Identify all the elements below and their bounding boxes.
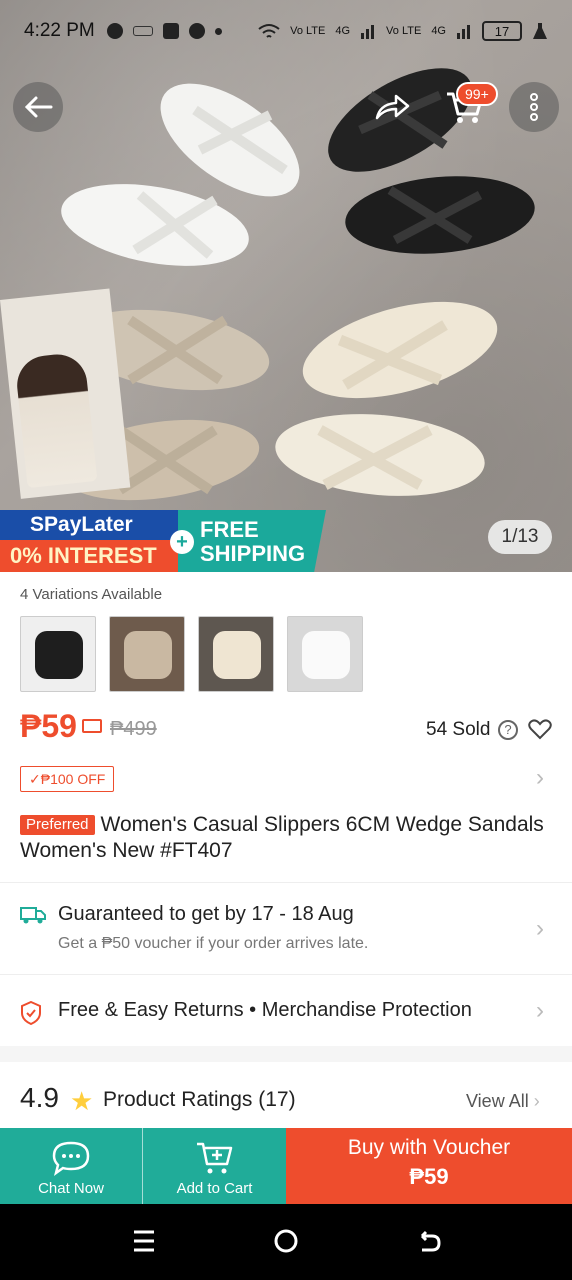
variation-thumb-cream[interactable]	[198, 616, 274, 692]
shipping-text: SHIPPING	[200, 541, 306, 566]
current-price: ₱59	[20, 708, 77, 744]
flask-icon	[533, 23, 547, 39]
more-notifications-icon	[214, 27, 222, 35]
buy-label: Buy with Voucher	[347, 1136, 511, 1159]
variations-label: 4 Variations Available	[20, 586, 163, 603]
star-icon: ★	[70, 1086, 94, 1116]
status-time: 4:22 PM	[24, 20, 95, 41]
late-voucher-note: Get a ₱50 voucher if your order arrives …	[58, 935, 369, 952]
recent-apps-icon[interactable]	[132, 1228, 156, 1254]
heart-icon[interactable]	[528, 718, 552, 740]
thumb-shoe	[35, 631, 83, 679]
system-icons: Vo LTE 4G Vo LTE 4G 17	[258, 21, 548, 41]
bottom-action-bar: Chat Now Add to Cart Buy with Voucher ₱5…	[0, 1128, 572, 1204]
arrow-left-icon	[24, 96, 53, 118]
notification-icons	[106, 23, 222, 39]
thumb-shoe	[302, 631, 350, 679]
returns-text: Free & Easy Returns • Merchandise Protec…	[58, 999, 472, 1021]
ratings-label: Product Ratings (17)	[103, 1088, 296, 1111]
truck-icon	[20, 907, 46, 924]
shield-icon	[21, 1001, 41, 1025]
product-title: Preferred Women's Casual Slippers 6CM Wed…	[20, 812, 550, 864]
more-vertical-icon	[530, 93, 538, 121]
cart-count-badge: 99+	[456, 82, 498, 106]
gallery-icon	[162, 23, 179, 39]
free-text: FREE	[200, 517, 259, 542]
chevron-right-icon[interactable]: ›	[536, 764, 544, 792]
thumb-shoe	[213, 631, 261, 679]
original-price: ₱499	[110, 718, 157, 740]
promo-banner: SPayLater 0% INTEREST FREE SHIPPING +	[0, 510, 330, 572]
view-all-text: View All	[466, 1091, 529, 1111]
product-title-text: Women's Casual Slippers 6CM Wedge Sandal…	[20, 813, 544, 862]
delivery-guarantee-row[interactable]: Guaranteed to get by 17 - 18 Aug Get a ₱…	[0, 882, 572, 974]
chevron-right-icon: ›	[533, 1091, 540, 1111]
battery-indicator: 17	[482, 21, 522, 41]
thumb-shoe	[124, 631, 172, 679]
spaylater-label: SPayLater	[0, 510, 190, 540]
model-figure	[14, 351, 98, 489]
network-label-3: Vo LTE	[386, 25, 422, 37]
network-label-1: Vo LTE	[290, 25, 326, 37]
coupon-icon	[82, 719, 102, 733]
free-shipping-label: FREE SHIPPING	[178, 510, 326, 572]
app-icon	[132, 26, 153, 36]
share-button[interactable]	[367, 82, 417, 132]
cream-sandal-pair	[275, 301, 498, 496]
signal-icon	[361, 25, 375, 39]
product-ratings-row: 4.9 ★ Product Ratings (17) View All ›	[0, 1062, 572, 1128]
sold-count: 54 Sold	[426, 719, 491, 740]
black-sandal-pair	[328, 68, 535, 254]
home-icon[interactable]	[273, 1228, 299, 1254]
white-sandal-pair	[61, 83, 300, 266]
chat-icon	[52, 1141, 90, 1176]
plus-icon: +	[170, 530, 194, 554]
variation-thumb-black[interactable]	[20, 616, 96, 692]
system-nav-bar	[0, 1204, 572, 1280]
view-all-link[interactable]: View All ›	[466, 1091, 540, 1112]
chat-now-label: Chat Now	[38, 1180, 104, 1197]
chat-now-button[interactable]: Chat Now	[0, 1128, 143, 1204]
variation-thumb-khaki[interactable]	[109, 616, 185, 692]
voucher-tag[interactable]: ✓₱100 OFF	[20, 766, 115, 792]
network-label-2: 4G	[335, 25, 351, 37]
delivery-guarantee-text: Guaranteed to get by 17 - 18 Aug	[58, 903, 354, 925]
chevron-right-icon: ›	[536, 997, 544, 1024]
add-to-cart-button[interactable]: Add to Cart	[143, 1128, 286, 1204]
product-image-carousel[interactable]: 4:22 PM Vo LTE 4G Vo LTE 4G 17 99+ SPayL…	[0, 0, 572, 572]
rating-score: 4.9	[20, 1082, 59, 1113]
variation-thumbnails	[20, 616, 363, 692]
model-photo-card	[0, 288, 131, 499]
variation-thumb-white[interactable]	[287, 616, 363, 692]
product-info-card: 4 Variations Available ₱59 ₱499 54 Sold …	[0, 572, 572, 882]
back-nav-icon[interactable]	[416, 1228, 442, 1254]
preferred-badge: Preferred	[20, 815, 95, 835]
back-button[interactable]	[13, 82, 63, 132]
buy-with-voucher-button[interactable]: Buy with Voucher ₱59	[286, 1128, 572, 1204]
image-counter: 1/13	[488, 520, 552, 554]
question-icon[interactable]: ?	[498, 720, 518, 740]
add-to-cart-label: Add to Cart	[176, 1180, 253, 1197]
network-label-4: 4G	[431, 25, 446, 37]
add-cart-icon	[196, 1142, 232, 1174]
share-icon	[375, 94, 410, 120]
interest-label: 0% INTEREST	[0, 540, 190, 572]
returns-protection-row[interactable]: Free & Easy Returns • Merchandise Protec…	[0, 974, 572, 1046]
wifi-icon	[258, 24, 280, 38]
more-options-button[interactable]	[509, 82, 559, 132]
buy-price: ₱59	[409, 1164, 449, 1189]
chat-bubble-icon	[188, 23, 205, 39]
status-bar: 4:22 PM Vo LTE 4G Vo LTE 4G 17	[0, 0, 572, 62]
messenger-icon	[106, 23, 123, 39]
chevron-right-icon: ›	[536, 915, 544, 942]
signal-icon-2	[457, 25, 470, 39]
